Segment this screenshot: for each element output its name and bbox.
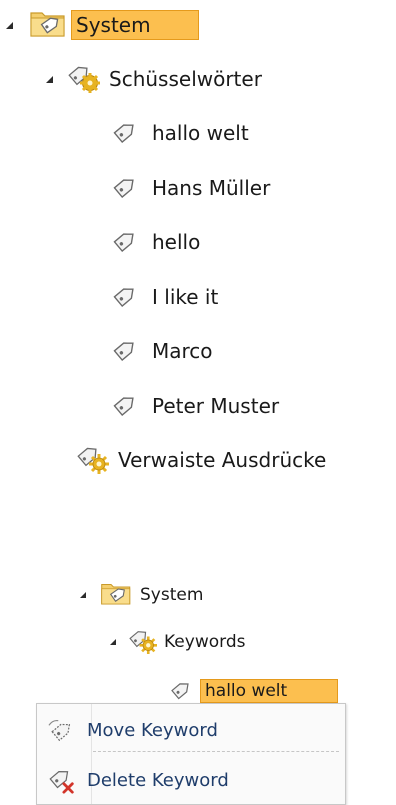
- keyword-item[interactable]: Hans Müller: [110, 171, 270, 205]
- keyword-item-selected[interactable]: hallo welt: [168, 676, 338, 706]
- tag-icon: [110, 171, 142, 205]
- keyword-label[interactable]: Marco: [152, 339, 213, 363]
- keyword-label[interactable]: hallo welt: [152, 121, 249, 145]
- keyword-label[interactable]: hello: [152, 230, 200, 254]
- context-menu: Move Keyword Delete Keyword: [36, 703, 346, 805]
- keyword-label[interactable]: I like it: [152, 285, 218, 309]
- menu-item-label[interactable]: Delete Keyword: [87, 770, 229, 791]
- tree-node-system[interactable]: System: [80, 580, 203, 610]
- expand-arrow-icon[interactable]: [110, 639, 116, 645]
- folder-icon: [29, 7, 69, 43]
- tag-icon: [110, 116, 142, 150]
- tag-icon: [110, 389, 142, 423]
- expand-arrow-icon[interactable]: [6, 21, 13, 29]
- menu-item-move-keyword[interactable]: Move Keyword: [37, 712, 345, 748]
- menu-separator: [93, 751, 339, 752]
- tree-node-label[interactable]: Keywords: [164, 632, 245, 652]
- keyword-group-icon: [76, 442, 110, 478]
- tree-node-label[interactable]: System: [140, 585, 203, 605]
- tree-node-label[interactable]: Schüsselwörter: [109, 67, 262, 91]
- tag-icon: [168, 676, 196, 706]
- keyword-item[interactable]: hello: [110, 225, 200, 259]
- keyword-label[interactable]: hallo welt: [200, 679, 338, 703]
- tree-node-orphans[interactable]: Verwaiste Ausdrücke: [76, 443, 326, 477]
- keyword-group-icon: [128, 626, 158, 658]
- tag-icon: [110, 225, 142, 259]
- delete-tag-icon: [37, 765, 87, 795]
- keyword-item[interactable]: I like it: [110, 280, 218, 314]
- folder-icon: [100, 579, 134, 611]
- tree-node-keyword-group[interactable]: Schüsselwörter: [46, 62, 262, 96]
- tree-node-keyword-group[interactable]: Keywords: [110, 627, 245, 657]
- tree-node-system[interactable]: System: [6, 8, 199, 42]
- keyword-item[interactable]: hallo welt: [110, 116, 249, 150]
- tree-node-label[interactable]: System: [71, 10, 199, 40]
- menu-item-label[interactable]: Move Keyword: [87, 720, 218, 741]
- keyword-label[interactable]: Peter Muster: [152, 394, 279, 418]
- keyword-label[interactable]: Hans Müller: [152, 176, 270, 200]
- move-tag-icon: [37, 716, 87, 744]
- expand-arrow-icon[interactable]: [46, 75, 53, 83]
- menu-item-delete-keyword[interactable]: Delete Keyword: [37, 762, 345, 798]
- tag-icon: [110, 334, 142, 368]
- keyword-item[interactable]: Marco: [110, 334, 213, 368]
- keyword-group-icon: [67, 61, 101, 97]
- tag-icon: [110, 280, 142, 314]
- expand-arrow-icon[interactable]: [80, 592, 86, 598]
- keyword-item[interactable]: Peter Muster: [110, 389, 279, 423]
- tree-node-label[interactable]: Verwaiste Ausdrücke: [118, 448, 326, 472]
